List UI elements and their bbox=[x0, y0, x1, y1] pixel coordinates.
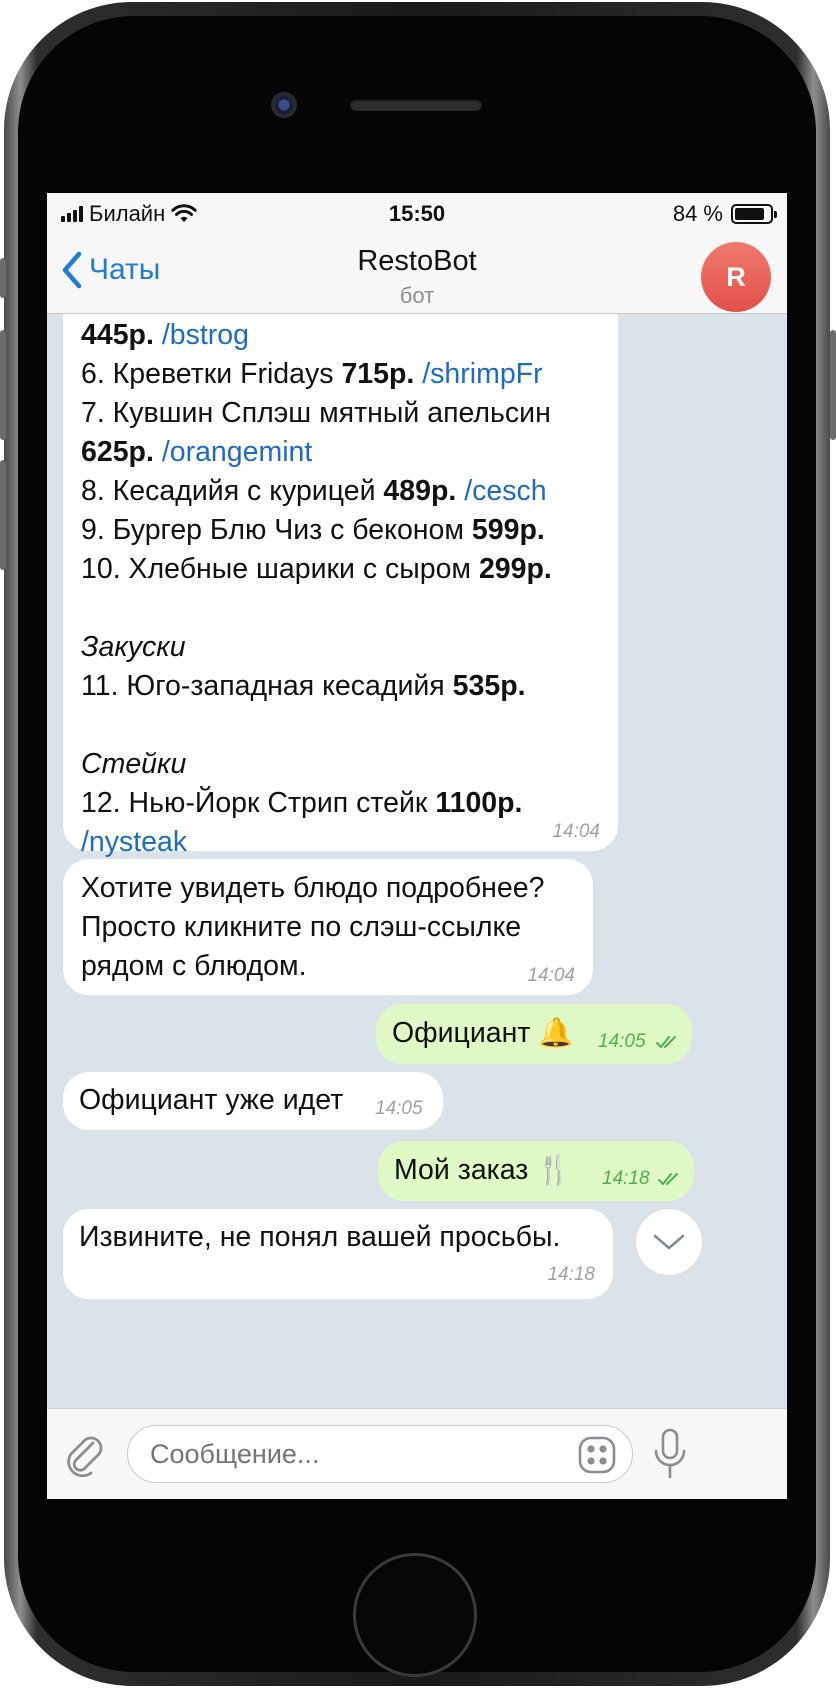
menu-line: 625р. /orangemint bbox=[81, 436, 313, 468]
incoming-message-bubble: Извините, не понял вашей просьбы. 14:18 bbox=[63, 1209, 613, 1299]
chat-header: Чаты RestoBot бот R bbox=[47, 233, 787, 314]
message-time: 14:18 bbox=[602, 1168, 650, 1189]
sticker-icon[interactable] bbox=[577, 1435, 617, 1475]
message-text: Просто кликните по слэш-ссылке bbox=[81, 911, 522, 943]
message-input[interactable] bbox=[127, 1425, 633, 1483]
menu-line: 11. Юго-западная кесадийя 535р. bbox=[81, 670, 526, 702]
message-text: Извините, не понял вашей просьбы. bbox=[79, 1221, 561, 1253]
battery-percent: 84 % bbox=[672, 201, 723, 226]
message-text: Мой заказ 🍴 bbox=[394, 1154, 572, 1186]
home-button[interactable] bbox=[353, 1553, 477, 1677]
microphone-icon[interactable] bbox=[652, 1427, 688, 1481]
message-text: рядом с блюдом. bbox=[81, 950, 307, 982]
bot-avatar[interactable]: R bbox=[701, 242, 771, 312]
menu-line: 10. Хлебные шарики с сыром 299р. bbox=[81, 553, 552, 585]
read-double-check-icon bbox=[656, 1036, 676, 1048]
menu-line: 7. Кувшин Сплэш мятный апельсин bbox=[81, 397, 551, 429]
outgoing-message-bubble: Официант 🔔 14:05 bbox=[376, 1004, 692, 1064]
menu-line: 445р. /bstrog bbox=[81, 319, 249, 351]
chat-subtitle: бот bbox=[399, 283, 435, 308]
command-link[interactable]: /shrimpFr bbox=[422, 358, 542, 390]
command-link[interactable]: /bstrog bbox=[162, 319, 249, 351]
scroll-down-button[interactable] bbox=[635, 1208, 703, 1276]
menu-line: 8. Кесадийя с курицей 489р. /cesch bbox=[81, 475, 547, 507]
earpiece-speaker bbox=[350, 99, 482, 111]
volume-down-button bbox=[0, 460, 6, 570]
menu-line: /nysteak bbox=[81, 823, 618, 862]
screen: Билайн 15:50 84 % Чаты RestoBot бот R 44… bbox=[47, 193, 787, 1499]
incoming-message-bubble: Официант уже идет 14:05 bbox=[63, 1072, 443, 1130]
command-link[interactable]: /nysteak bbox=[81, 826, 187, 858]
message-time: 14:18 bbox=[547, 1264, 595, 1285]
message-time: 14:05 bbox=[375, 1098, 423, 1119]
menu-section-heading: Стейки bbox=[81, 748, 187, 780]
composer-bar bbox=[47, 1408, 787, 1499]
front-camera bbox=[271, 92, 297, 118]
message-text: Официант уже идет bbox=[79, 1084, 344, 1116]
menu-message-bubble: 445р. /bstrog 6. Креветки Fridays 715р. … bbox=[63, 314, 618, 858]
menu-section-heading: Закуски bbox=[81, 631, 186, 663]
chevron-down-icon bbox=[653, 1234, 685, 1250]
chat-title[interactable]: RestoBot bbox=[47, 245, 787, 278]
message-text: Официант 🔔 bbox=[392, 1017, 574, 1049]
message-text: Хотите увидеть блюдо подробнее? bbox=[81, 872, 545, 904]
status-bar: Билайн 15:50 84 % bbox=[47, 193, 787, 233]
attach-paperclip-icon[interactable] bbox=[65, 1431, 105, 1477]
mute-switch bbox=[0, 258, 6, 298]
hint-message-bubble: Хотите увидеть блюдо подробнее? Просто к… bbox=[63, 859, 593, 995]
menu-line: 6. Креветки Fridays 715р. /shrimpFr bbox=[81, 358, 543, 390]
outgoing-message-bubble: Мой заказ 🍴 14:18 bbox=[378, 1141, 694, 1201]
command-link[interactable]: /orangemint bbox=[162, 436, 313, 468]
battery-icon bbox=[731, 204, 777, 224]
menu-line: 9. Бургер Блю Чиз с беконом 599р. bbox=[81, 514, 545, 546]
message-time: 14:04 bbox=[527, 965, 575, 986]
message-time: 14:04 bbox=[552, 821, 600, 842]
command-link[interactable]: /cesch bbox=[464, 475, 546, 507]
power-button bbox=[830, 330, 836, 440]
read-double-check-icon bbox=[658, 1173, 678, 1185]
volume-up-button bbox=[0, 330, 6, 440]
message-time: 14:05 bbox=[598, 1031, 646, 1052]
menu-line: 12. Нью-Йорк Стрип стейк 1100р. bbox=[81, 787, 523, 819]
